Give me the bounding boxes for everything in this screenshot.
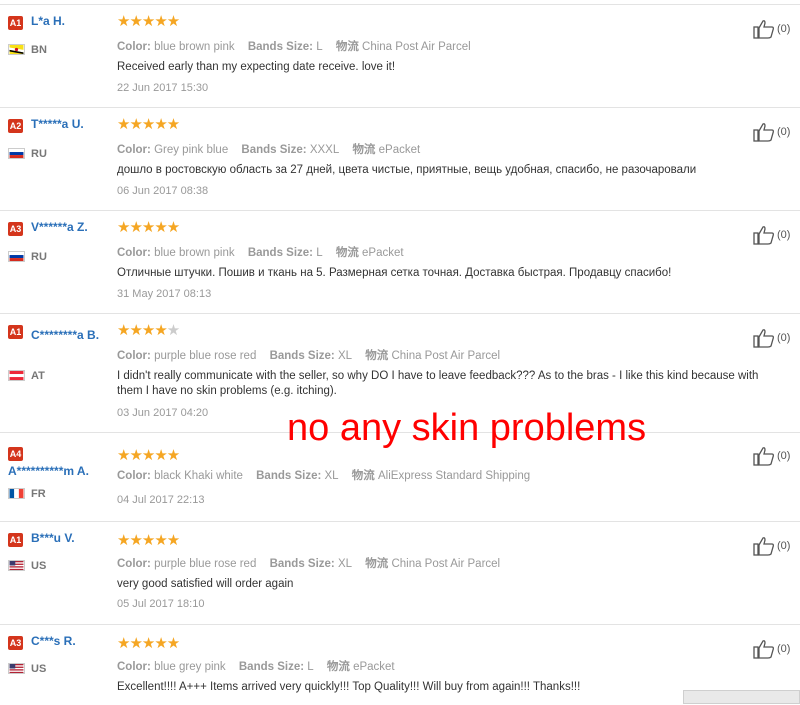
country-code: US [31,560,47,572]
flag-ru-icon [8,251,25,262]
flag-fr-icon [8,488,25,499]
buyer-level-badge: A2 [8,119,23,133]
thumbs-up-icon [753,123,774,142]
flag-at-icon [8,370,25,381]
country-code: BN [31,44,47,56]
review-date: 04 Jul 2017 22:13 [117,494,205,506]
order-attributes: Color: purple blue rose red Bands Size: … [117,558,501,570]
like-count: (0) [777,229,791,241]
like-count: (0) [777,23,791,35]
order-attributes: Color: purple blue rose red Bands Size: … [117,350,501,362]
thumbs-up-icon [753,329,774,348]
flag-bn-icon [8,44,25,55]
order-attributes: Color: blue grey pink Bands Size: L 物流 e… [117,661,395,673]
review-date: 31 May 2017 08:13 [117,288,212,300]
buyer-level-badge: A1 [8,325,23,339]
buyer-name[interactable]: C********a B. [31,327,109,343]
thumbs-up-icon [753,537,774,556]
rating-stars: ★★★★★ [117,13,180,30]
country-code: AT [31,370,45,382]
order-attributes: Color: blue brown pink Bands Size: L 物流 … [117,247,404,259]
flag-ru-icon [8,148,25,159]
like-button[interactable]: (0) [753,225,790,245]
like-button[interactable]: (0) [753,19,790,39]
country-code: US [31,663,47,675]
like-button[interactable]: (0) [753,328,790,348]
country-code: RU [31,148,47,160]
buyer-level-badge: A1 [8,533,23,547]
rating-stars: ★★★★★ [117,322,180,339]
buyer-level-badge: A1 [8,16,23,30]
review-item: A3 V******a Z. RU ★★★★★ Color: blue brow… [0,210,800,314]
rating-stars: ★★★★★ [117,447,180,464]
country-code: FR [31,488,46,500]
like-button[interactable]: (0) [753,122,790,142]
like-button[interactable]: (0) [753,446,790,466]
buyer-name[interactable]: C***s R. [31,634,76,648]
flag-us-icon [8,663,25,674]
review-item: A1 B***u V. US ★★★★★ Color: purple blue … [0,521,800,625]
order-attributes: Color: black Khaki white Bands Size: XL … [117,470,531,482]
rating-stars: ★★★★★ [117,635,180,652]
feedback-text: Отличные штучки. Пошив и ткань на 5. Раз… [117,267,672,279]
like-count: (0) [777,332,791,344]
like-count: (0) [777,450,791,462]
feedback-text: very good satisfied will order again [117,578,294,590]
buyer-name[interactable]: L*a H. [31,14,65,28]
review-date: 22 Jun 2017 15:30 [117,82,209,94]
order-attributes: Color: blue brown pink Bands Size: L 物流 … [117,41,471,53]
review-item: A3 C***s R. US ★★★★★ Color: blue grey pi… [0,624,800,705]
buyer-name[interactable]: V******a Z. [31,220,88,234]
annotation-overlay-text: no any skin problems [287,407,647,449]
rating-stars: ★★★★★ [117,116,180,133]
review-date: 05 Jul 2017 18:10 [117,598,205,610]
rating-stars: ★★★★★ [117,219,180,236]
floating-popup-edge[interactable] [683,690,800,704]
order-attributes: Color: Grey pink blue Bands Size: XXXL 物… [117,144,421,156]
feedback-text: I didn't really communicate with the sel… [117,370,759,397]
thumbs-up-icon [753,20,774,39]
buyer-name[interactable]: B***u V. [31,531,75,545]
feedback-text: дошло в ростовскую область за 27 дней, ц… [117,164,697,176]
review-date: 03 Jun 2017 04:20 [117,407,209,419]
buyer-name[interactable]: T*****a U. [31,117,84,131]
thumbs-up-icon [753,226,774,245]
like-count: (0) [777,643,791,655]
buyer-level-badge: A3 [8,636,23,650]
country-code: RU [31,251,47,263]
review-item: A2 T*****a U. RU ★★★★★ Color: Grey pink … [0,107,800,211]
buyer-level-badge: A4 [8,447,23,461]
thumbs-up-icon [753,447,774,466]
review-item: A1 L*a H. BN ★★★★★ Color: blue brown pin… [0,4,800,108]
feedback-text: Excellent!!!! A+++ Items arrived very qu… [117,681,581,693]
buyer-name[interactable]: A**********m A. [8,464,89,478]
thumbs-up-icon [753,640,774,659]
like-button[interactable]: (0) [753,536,790,556]
rating-stars: ★★★★★ [117,532,180,549]
review-date: 06 Jun 2017 08:38 [117,185,209,197]
buyer-level-badge: A3 [8,222,23,236]
like-count: (0) [777,126,791,138]
like-button[interactable]: (0) [753,639,790,659]
feedback-text: Received early than my expecting date re… [117,61,396,73]
like-count: (0) [777,540,791,552]
flag-us-icon [8,560,25,571]
